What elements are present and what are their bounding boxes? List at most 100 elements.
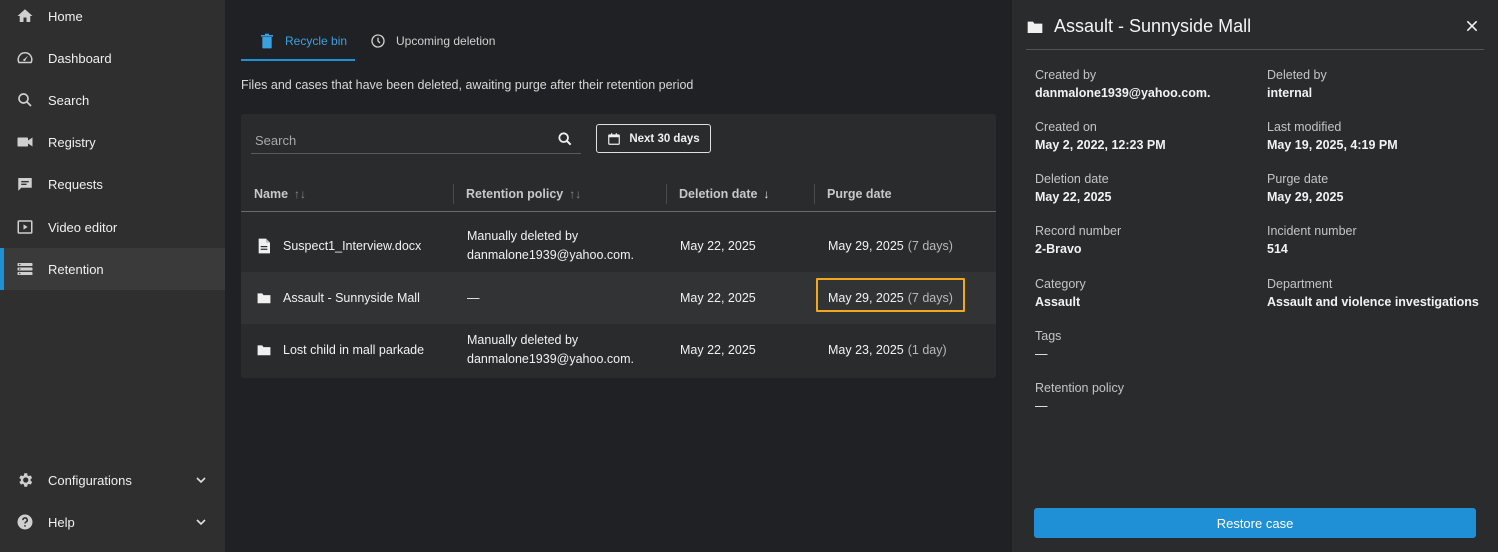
- recycle-bin-panel: Next 30 days Name ↑↓ Retention policy ↑↓ D…: [241, 114, 996, 378]
- field-label: Last modified: [1267, 120, 1342, 134]
- tab-upcoming-deletion[interactable]: Upcoming deletion: [370, 22, 495, 60]
- clock-icon: [370, 33, 386, 49]
- field-last-modified: Last modified May 19, 2025, 4:19 PM: [1267, 118, 1398, 154]
- sidebar-item-requests[interactable]: Requests: [0, 163, 225, 205]
- sidebar-item-registry[interactable]: Registry: [0, 121, 225, 163]
- search-icon: [16, 91, 34, 109]
- restore-case-button[interactable]: Restore case: [1034, 508, 1476, 538]
- policy-line: Manually deleted by: [467, 333, 579, 347]
- column-divider: [814, 184, 815, 204]
- sidebar-item-retention[interactable]: Retention: [0, 248, 225, 290]
- field-label: Category: [1035, 277, 1086, 291]
- purge-date: May 23, 2025 (1 day): [828, 324, 947, 376]
- sidebar-item-help[interactable]: Help: [0, 501, 225, 543]
- field-value: danmalone1939@yahoo.com.: [1035, 86, 1211, 100]
- detail-panel: Assault - Sunnyside Mall Created by danma…: [1012, 0, 1498, 552]
- sidebar-item-label: Requests: [48, 176, 103, 192]
- retention-icon: [16, 260, 34, 278]
- sort-icon[interactable]: ↑↓: [294, 187, 306, 201]
- days-remaining: (1 day): [907, 342, 947, 357]
- deletion-date: May 22, 2025: [680, 290, 756, 305]
- table-row-selected[interactable]: Assault - Sunnyside Mall — May 22, 2025 …: [241, 272, 996, 324]
- search-box: [251, 128, 581, 154]
- document-icon: [257, 238, 271, 254]
- search-icon[interactable]: [557, 131, 573, 147]
- file-name: Suspect1_Interview.docx: [283, 238, 422, 253]
- detail-header: Assault - Sunnyside Mall: [1026, 6, 1484, 50]
- calendar-icon: [607, 132, 621, 146]
- date-filter-button[interactable]: Next 30 days: [596, 124, 711, 153]
- chevron-down-icon: [193, 472, 209, 488]
- field-value: May 22, 2025: [1035, 190, 1112, 204]
- field-label: Record number: [1035, 224, 1122, 238]
- field-label: Created by: [1035, 68, 1097, 82]
- sidebar-item-label: Retention: [48, 261, 104, 277]
- sidebar-item-label: Configurations: [48, 472, 132, 488]
- policy-line: danmalone1939@yahoo.com.: [467, 352, 634, 366]
- field-category: Category Assault: [1035, 275, 1086, 311]
- file-name: Assault - Sunnyside Mall: [283, 290, 420, 305]
- field-created-on: Created on May 2, 2022, 12:23 PM: [1035, 118, 1166, 154]
- sidebar-item-home[interactable]: Home: [0, 0, 225, 37]
- video-editor-icon: [16, 218, 34, 236]
- column-header-deletion-date[interactable]: Deletion date ↓: [679, 176, 770, 212]
- sidebar-item-label: Dashboard: [48, 50, 112, 66]
- sidebar-item-configurations[interactable]: Configurations: [0, 459, 225, 501]
- field-deletion-date: Deletion date May 22, 2025: [1035, 170, 1111, 206]
- field-value: Assault: [1035, 295, 1081, 309]
- purge-date: May 29, 2025 (7 days): [828, 220, 953, 272]
- header-label: Retention policy: [466, 187, 564, 201]
- field-label: Tags: [1035, 329, 1062, 343]
- retention-policy-text: Manually deleted by danmalone1939@yahoo.c…: [467, 331, 634, 369]
- tab-label: Upcoming deletion: [396, 34, 496, 48]
- purge-date-value: May 29, 2025: [828, 238, 904, 253]
- folder-icon: [257, 342, 271, 358]
- column-header-purge-date[interactable]: Purge date: [827, 176, 892, 212]
- detail-title: Assault - Sunnyside Mall: [1054, 16, 1252, 36]
- close-icon[interactable]: [1464, 18, 1480, 34]
- folder-icon: [1027, 20, 1043, 36]
- deletion-date: May 22, 2025: [680, 238, 756, 253]
- search-input[interactable]: [255, 130, 545, 150]
- field-purge-date: Purge date May 29, 2025: [1267, 170, 1343, 206]
- table-row[interactable]: Lost child in mall parkade Manually dele…: [241, 324, 996, 376]
- policy-line: Manually deleted by: [467, 229, 579, 243]
- sort-desc-icon[interactable]: ↓: [764, 187, 770, 201]
- folder-icon: [257, 290, 271, 306]
- sidebar-item-label: Registry: [48, 134, 96, 150]
- main-content: Recycle bin Upcoming deletion Files and …: [225, 0, 1012, 552]
- column-header-retention-policy[interactable]: Retention policy ↑↓: [466, 176, 581, 212]
- sidebar-item-label: Help: [48, 514, 75, 530]
- field-label: Retention policy: [1035, 381, 1124, 395]
- field-value: May 19, 2025, 4:19 PM: [1267, 138, 1398, 152]
- field-tags: Tags —: [1035, 327, 1061, 363]
- field-label: Purge date: [1267, 172, 1329, 186]
- video-camera-icon: [16, 133, 34, 151]
- field-label: Deleted by: [1267, 68, 1327, 82]
- purge-date-value: May 23, 2025: [828, 342, 904, 357]
- days-remaining: (7 days): [907, 238, 953, 253]
- help-icon: [16, 513, 34, 531]
- sort-icon[interactable]: ↑↓: [569, 187, 581, 201]
- policy-line: danmalone1939@yahoo.com.: [467, 248, 634, 262]
- deletion-date: May 22, 2025: [680, 342, 756, 357]
- field-label: Created on: [1035, 120, 1097, 134]
- tab-label: Recycle bin: [285, 34, 348, 48]
- sidebar-item-dashboard[interactable]: Dashboard: [0, 37, 225, 79]
- sidebar-item-label: Home: [48, 8, 83, 24]
- sidebar-item-search[interactable]: Search: [0, 79, 225, 121]
- sidebar: Home Dashboard Search Registry Requests …: [0, 0, 225, 552]
- trash-icon: [259, 33, 275, 49]
- tab-recycle-bin[interactable]: Recycle bin: [259, 22, 347, 60]
- sidebar-item-video-editor[interactable]: Video editor: [0, 206, 225, 248]
- field-record-number: Record number 2-Bravo: [1035, 222, 1121, 258]
- gear-icon: [16, 471, 34, 489]
- header-label: Deletion date: [679, 187, 758, 201]
- retention-policy-text: —: [467, 290, 480, 305]
- table-row[interactable]: Suspect1_Interview.docx Manually deleted…: [241, 220, 996, 272]
- retention-policy-text: Manually deleted by danmalone1939@yahoo.c…: [467, 227, 634, 265]
- field-label: Deletion date: [1035, 172, 1109, 186]
- column-header-name[interactable]: Name ↑↓: [254, 176, 306, 212]
- field-value: 2-Bravo: [1035, 242, 1082, 256]
- field-department: Department Assault and violence investiga…: [1267, 275, 1479, 311]
